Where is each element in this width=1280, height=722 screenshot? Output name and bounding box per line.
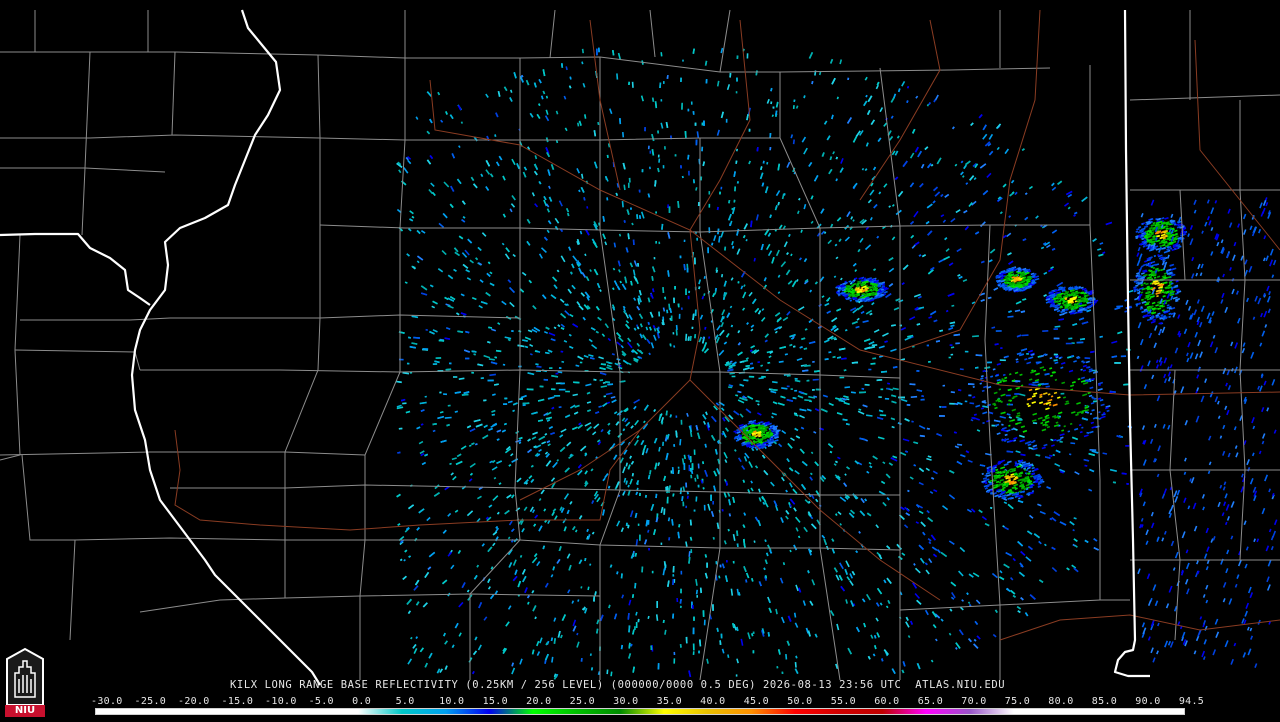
- scale-label: 10.0: [439, 697, 464, 707]
- scale-label: 30.0: [613, 697, 638, 707]
- niu-logo-text: NIU: [5, 705, 45, 717]
- scale-label: 60.0: [874, 697, 899, 707]
- scale-label: 90.0: [1135, 697, 1160, 707]
- radar-map: [0, 0, 1280, 720]
- scale-label: 45.0: [744, 697, 769, 707]
- niu-logo: NIU: [3, 645, 47, 718]
- color-scale-bar: [95, 708, 1185, 715]
- scale-label: 0.0: [352, 697, 371, 707]
- scale-label: 20.0: [526, 697, 551, 707]
- scale-label: -15.0: [222, 697, 254, 707]
- scale-label: -20.0: [178, 697, 210, 707]
- scale-label: -30.0: [91, 697, 123, 707]
- scale-label: 40.0: [700, 697, 725, 707]
- scale-label: 5.0: [396, 697, 415, 707]
- scale-label: 25.0: [570, 697, 595, 707]
- scale-label: 35.0: [657, 697, 682, 707]
- scale-label: 65.0: [918, 697, 943, 707]
- scale-label: 55.0: [831, 697, 856, 707]
- scale-label: 85.0: [1092, 697, 1117, 707]
- scale-label: 15.0: [483, 697, 508, 707]
- product-caption: KILX LONG RANGE BASE REFLECTIVITY (0.25K…: [230, 679, 1005, 691]
- scale-label: -5.0: [309, 697, 334, 707]
- scale-label: -10.0: [265, 697, 297, 707]
- color-scale-labels: -30.0-25.0-20.0-15.0-10.0-5.00.05.010.01…: [95, 697, 1190, 707]
- scale-label: 75.0: [1005, 697, 1030, 707]
- scale-label: -25.0: [135, 697, 167, 707]
- scale-label: 70.0: [961, 697, 986, 707]
- scale-label: 94.5: [1179, 697, 1204, 707]
- scale-label: 80.0: [1048, 697, 1073, 707]
- scale-label: 50.0: [787, 697, 812, 707]
